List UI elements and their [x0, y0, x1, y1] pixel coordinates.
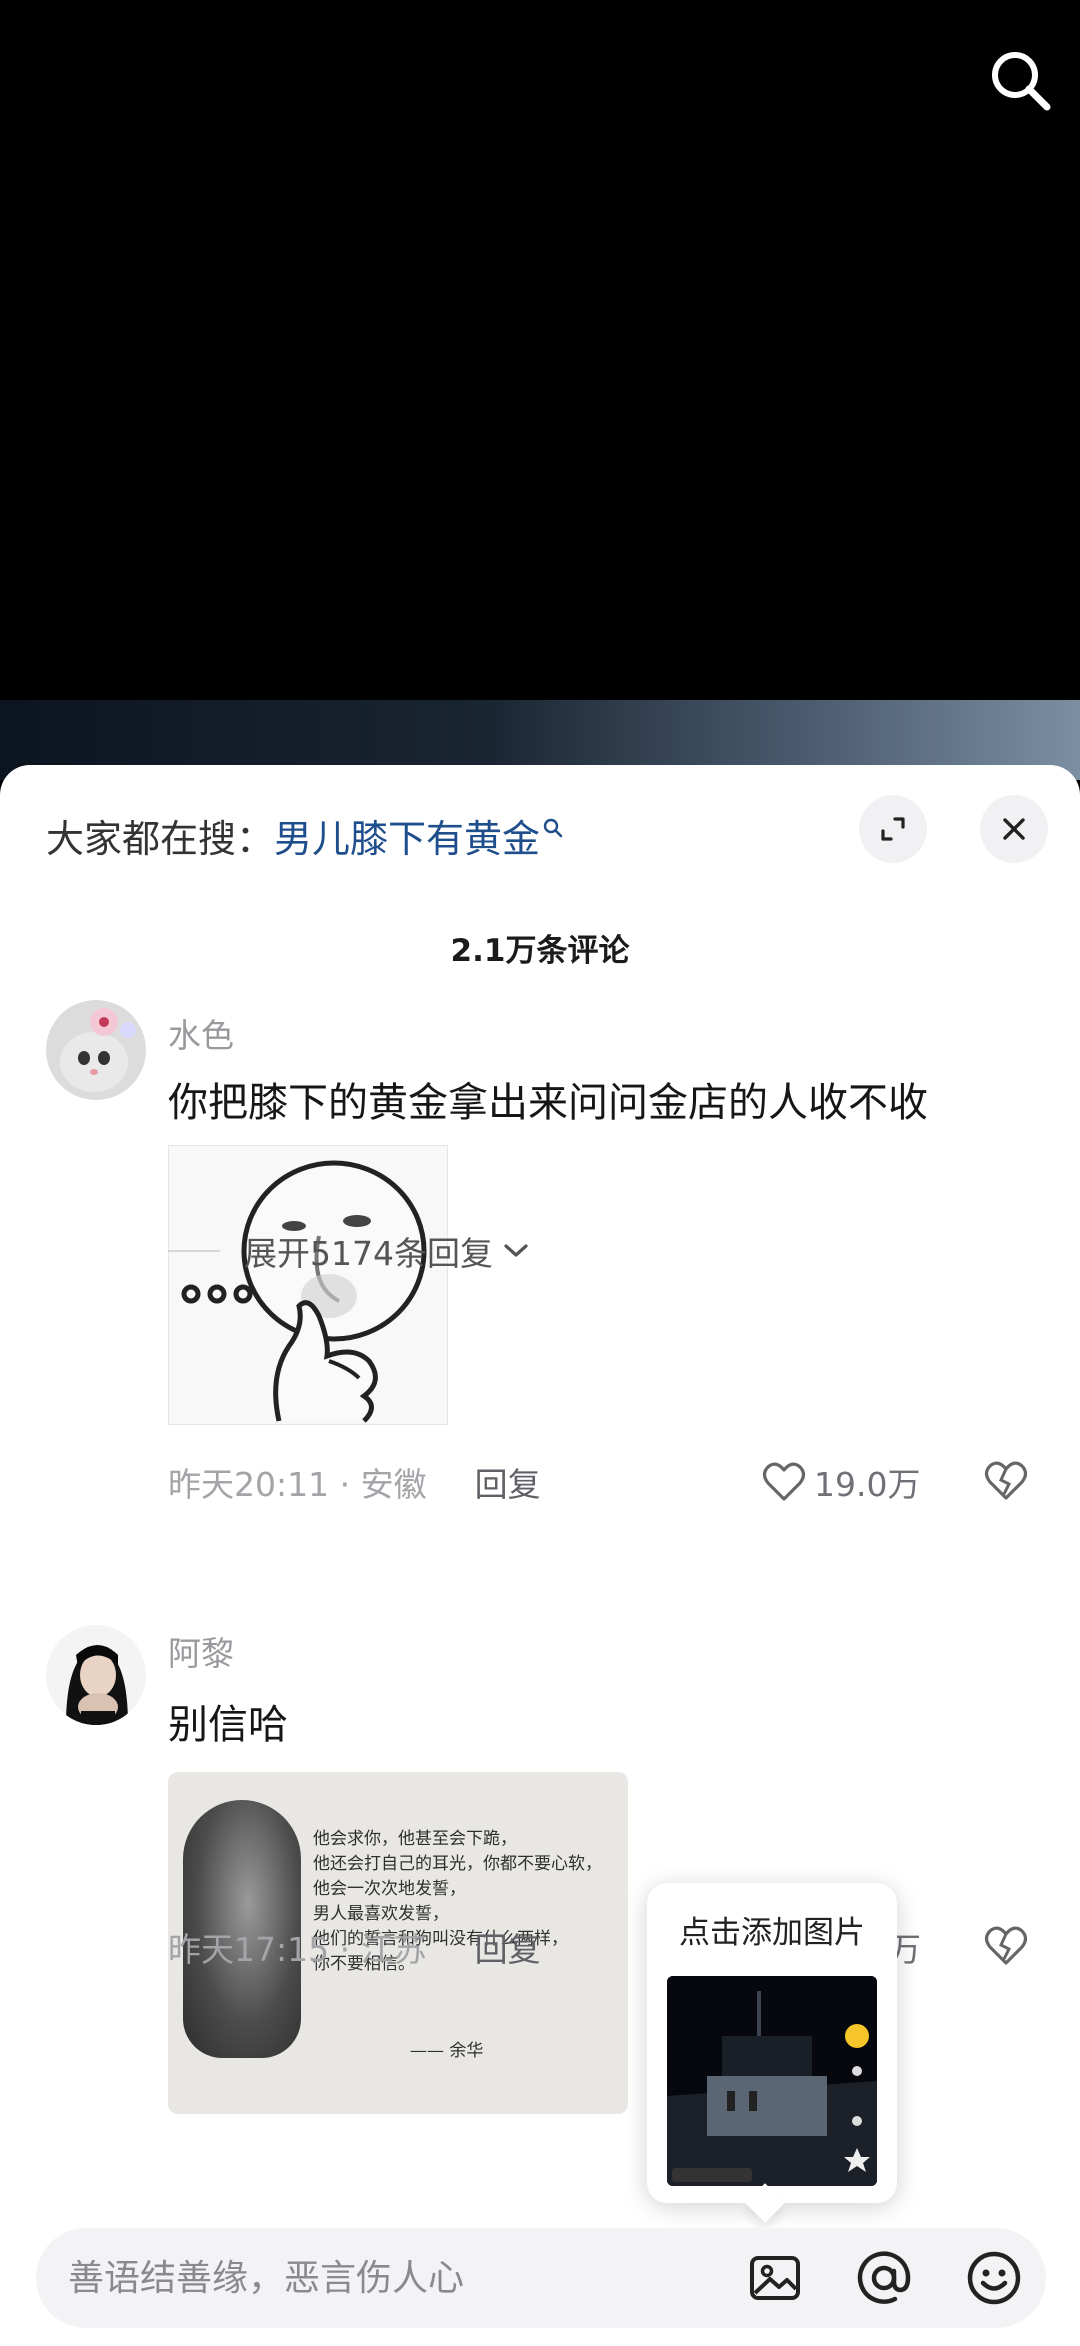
emoji-icon[interactable]	[962, 2246, 1026, 2310]
comment-time-location: 昨天20:11 · 安徽	[168, 1465, 427, 1504]
reply-button[interactable]: 回复	[475, 1458, 541, 1506]
comment-username[interactable]: 阿黎	[168, 1627, 234, 1675]
avatar[interactable]	[46, 1000, 146, 1100]
comment-count: 2.1万条评论	[450, 933, 630, 969]
at-icon[interactable]	[852, 2246, 916, 2310]
comment-sheet: 大家都在搜： 男儿膝下有黄金 2.1万条评论 水色 你把膝下的黄金拿出来问问金店…	[0, 765, 1080, 2346]
quote-line: 他会一次次地发誓，	[313, 1879, 466, 1899]
broken-heart-icon[interactable]	[984, 1925, 1028, 1971]
chevron-down-icon	[504, 1244, 528, 1257]
broken-heart-icon[interactable]	[984, 1460, 1028, 1506]
add-image-popup[interactable]: 点击添加图片	[647, 1883, 897, 2203]
video-thumbnail[interactable]	[667, 1976, 877, 2186]
close-icon[interactable]	[980, 795, 1048, 863]
image-icon[interactable]	[743, 2246, 807, 2310]
comment-input[interactable]	[68, 2228, 708, 2328]
comment-input-bar	[36, 2228, 1046, 2328]
search-small-icon	[542, 804, 564, 848]
comment-image-meme[interactable]	[168, 1145, 448, 1425]
comment-text[interactable]: 别信哈	[168, 1692, 288, 1750]
expand-icon[interactable]	[859, 795, 927, 863]
like-count: 19.0万	[814, 1465, 921, 1504]
popup-title: 点击添加图片	[679, 1915, 865, 1951]
quote-author: —— 余华	[410, 2041, 484, 2061]
reply-button[interactable]: 回复	[475, 1923, 541, 1971]
divider-line	[168, 1250, 220, 1252]
trending-search[interactable]: 大家都在搜： 男儿膝下有黄金	[46, 805, 564, 865]
expand-replies-button[interactable]: 展开5174条回复	[168, 1227, 531, 1275]
like-button[interactable]: 19.0万	[762, 1458, 920, 1506]
avatar[interactable]	[46, 1625, 146, 1725]
expand-replies-label: 展开5174条回复	[244, 1234, 493, 1273]
search-icon[interactable]	[985, 45, 1055, 115]
comment-meta: 昨天17:15 · 江苏 回复	[168, 1923, 541, 1971]
quote-line: 他还会打自己的耳光，你都不要心软，	[313, 1854, 602, 1874]
comment-username[interactable]: 水色	[168, 1009, 234, 1057]
comment-meta: 昨天20:11 · 安徽 回复	[168, 1458, 541, 1506]
trending-query-link[interactable]: 男儿膝下有黄金	[274, 808, 540, 863]
quote-line: 他会求你，他甚至会下跪，	[313, 1829, 517, 1849]
trending-prefix: 大家都在搜：	[46, 816, 275, 861]
video-area[interactable]	[0, 0, 1080, 1448]
comment-time-location: 昨天17:15 · 江苏	[168, 1930, 427, 1969]
comment-text[interactable]: 你把膝下的黄金拿出来问问金店的人收不收	[168, 1070, 928, 1128]
heart-icon	[762, 1462, 806, 1501]
